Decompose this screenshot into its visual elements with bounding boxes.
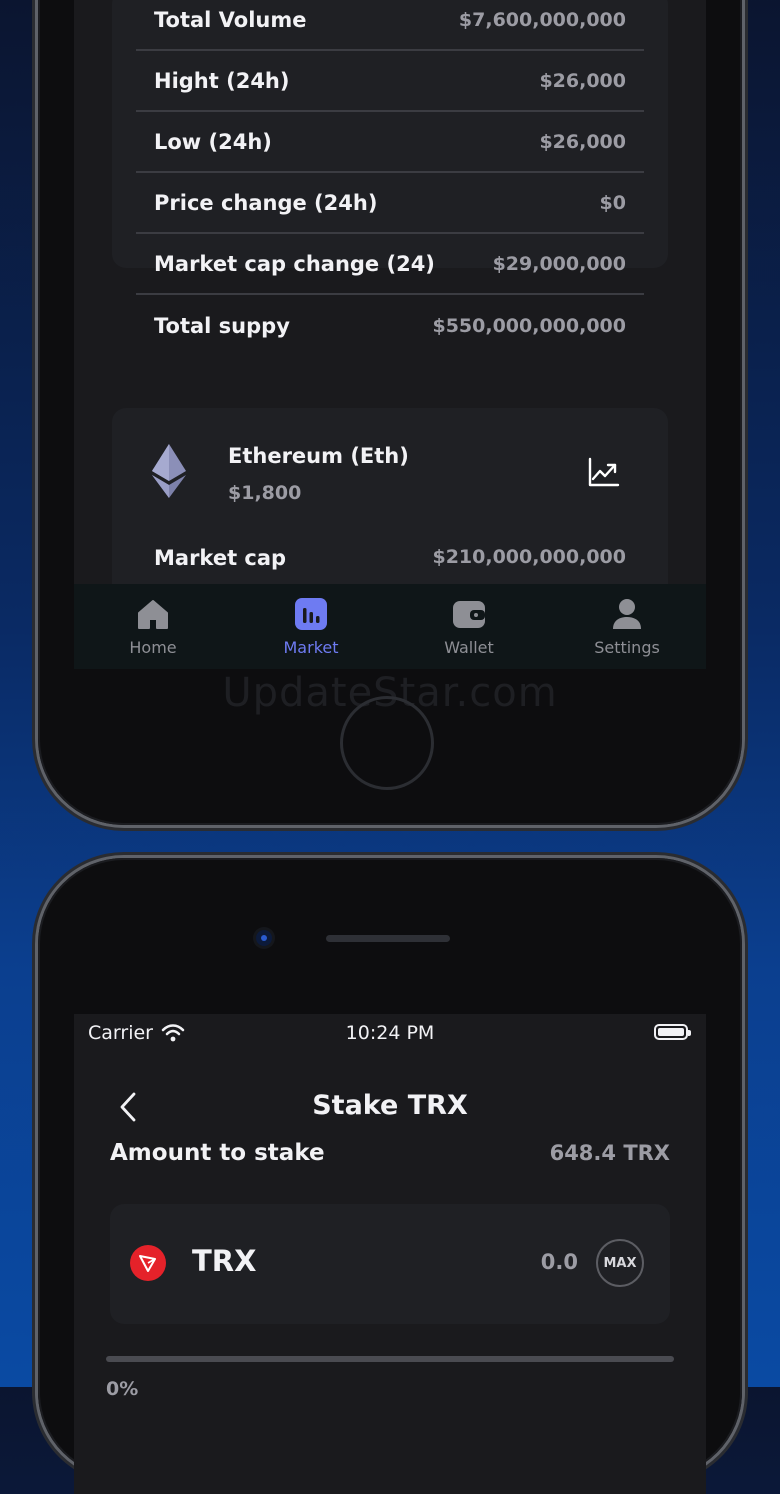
wallet-icon [453, 601, 485, 628]
stat-value: $26,000 [539, 130, 626, 153]
trending-chart-icon[interactable] [588, 457, 620, 487]
stat-value: $0 [599, 191, 626, 214]
bottom-phone-frame: Carrier 10:24 PM Stake TRX Amount to sta… [38, 858, 742, 1494]
stake-amount-input[interactable]: 0.0 [541, 1250, 578, 1274]
stat-value: $26,000 [539, 69, 626, 92]
earpiece-speaker [326, 935, 450, 942]
coin-name: Ethereum (Eth) [228, 444, 409, 468]
slider-percent-label: 0% [106, 1378, 139, 1400]
available-balance: 648.4 TRX [549, 1141, 670, 1165]
stat-row-total-supply: Total suppy $550,000,000,000 [136, 295, 644, 356]
tab-label: Home [129, 638, 177, 657]
tab-home[interactable]: Home [74, 584, 232, 669]
stat-label: Price change (24h) [154, 190, 378, 215]
stat-value: $7,600,000,000 [458, 8, 626, 31]
bottom-tab-bar: Home Market Wallet Settings [74, 584, 706, 669]
nav-bar: Stake TRX [74, 1082, 706, 1132]
stat-row-high: Hight (24h) $26,000 [136, 51, 644, 112]
market-screen: Total Volume $7,600,000,000 Hight (24h) … [74, 0, 706, 669]
coin-stats-card: Total Volume $7,600,000,000 Hight (24h) … [112, 0, 668, 338]
token-name: TRX [192, 1244, 257, 1278]
stat-row-total-volume: Total Volume $7,600,000,000 [136, 0, 644, 51]
stat-value: $29,000,000 [492, 252, 626, 275]
stat-value: $550,000,000,000 [432, 314, 626, 337]
tab-label: Settings [594, 638, 660, 657]
amount-header: Amount to stake 648.4 TRX [110, 1140, 670, 1166]
user-icon [613, 599, 641, 629]
market-chart-icon [295, 598, 327, 630]
tab-label: Wallet [444, 638, 494, 657]
tron-icon [130, 1245, 166, 1281]
stat-label: Total Volume [154, 7, 307, 32]
stake-percent-slider[interactable] [106, 1356, 674, 1362]
tab-settings[interactable]: Settings [548, 584, 706, 669]
ethereum-icon [152, 444, 186, 498]
status-time: 10:24 PM [345, 1022, 435, 1044]
stat-row-low: Low (24h) $26,000 [136, 112, 644, 173]
home-icon [138, 600, 168, 629]
stake-screen: Carrier 10:24 PM Stake TRX Amount to sta… [74, 1014, 706, 1494]
status-bar: Carrier 10:24 PM [74, 1014, 706, 1054]
stat-label: Hight (24h) [154, 68, 290, 93]
market-cap-label: Market cap [154, 546, 287, 570]
stat-label: Low (24h) [154, 129, 272, 154]
stat-row-price-change: Price change (24h) $0 [136, 173, 644, 234]
top-phone-frame: Total Volume $7,600,000,000 Hight (24h) … [38, 0, 742, 825]
page-title: Stake TRX [312, 1090, 468, 1121]
coin-price: $1,800 [228, 482, 302, 504]
max-button[interactable]: MAX [596, 1239, 644, 1287]
stat-row-market-cap-change: Market cap change (24) $29,000,000 [136, 234, 644, 295]
stat-label: Market cap change (24) [154, 251, 435, 276]
stat-label: Total suppy [154, 313, 290, 338]
tab-wallet[interactable]: Wallet [390, 584, 548, 669]
tab-label: Market [283, 638, 339, 657]
tab-market[interactable]: Market [232, 584, 390, 669]
front-camera [256, 930, 272, 946]
market-cap-value: $210,000,000,000 [432, 546, 626, 568]
amount-label: Amount to stake [110, 1140, 325, 1166]
token-input-card: TRX 0.0 MAX [110, 1204, 670, 1324]
battery-icon [654, 1024, 691, 1040]
market-cap-row: Market cap $210,000,000,000 [136, 546, 644, 570]
home-button[interactable] [340, 696, 434, 790]
